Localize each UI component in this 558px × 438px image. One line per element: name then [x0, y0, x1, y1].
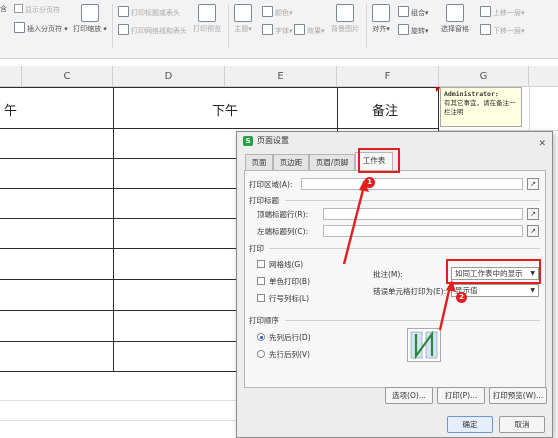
header-cell-afternoon: 下午	[212, 104, 239, 119]
table-border	[0, 371, 236, 372]
gridlines-checkbox[interactable]	[257, 260, 265, 268]
table-border	[0, 218, 236, 219]
bring-forward-button[interactable]: 上移一层▾	[480, 6, 525, 18]
row-col-headers-label: 行号列标(L)	[269, 294, 310, 303]
gridline	[0, 420, 236, 421]
app-icon: S	[243, 136, 253, 146]
show-page-break-checkbox[interactable]	[14, 4, 23, 13]
column-header-c[interactable]: C	[22, 66, 113, 87]
table-border	[0, 87, 439, 88]
print-gridlines-button[interactable]: 打印网格线和表头	[118, 24, 187, 36]
table-border	[0, 248, 236, 249]
print-section: 打印	[249, 244, 264, 253]
column-header-partial[interactable]	[0, 66, 22, 87]
print-button[interactable]: 打印(P)...	[437, 387, 485, 404]
tab-page[interactable]: 页面	[245, 154, 273, 170]
effects-button[interactable]: 效果▾	[294, 24, 325, 36]
row-col-headers-checkbox[interactable]	[257, 294, 265, 302]
gridlines-label: 网格线(G)	[269, 260, 304, 269]
tab-margins[interactable]: 页边距	[273, 154, 309, 170]
step-badge-2: 2	[456, 292, 467, 303]
group-icon	[398, 6, 409, 17]
print-preview-dialog-button[interactable]: 打印预览(W)...	[489, 387, 547, 404]
ok-button[interactable]: 确定	[447, 416, 493, 433]
colors-icon	[262, 6, 273, 17]
table-border	[0, 158, 236, 159]
column-header-g[interactable]: G	[439, 66, 529, 87]
send-backward-button[interactable]: 下移一层▾	[480, 24, 525, 36]
effects-icon	[294, 24, 305, 35]
dialog-title: 页面设置	[257, 136, 289, 145]
table-border	[438, 87, 439, 131]
over-then-down-label: 先行后列(V)	[269, 350, 310, 359]
ribbon-divider	[112, 4, 113, 48]
fonts-icon	[262, 24, 273, 35]
column-header-f[interactable]: F	[337, 66, 439, 87]
align-button[interactable]: 对齐▾	[370, 4, 392, 34]
theme-icon	[234, 4, 252, 22]
step-badge-1: 1	[364, 177, 375, 188]
table-border	[337, 87, 338, 131]
show-page-break-toggle[interactable]: 显示分页符	[14, 4, 60, 15]
table-border	[0, 279, 236, 280]
single-color-checkbox[interactable]	[257, 277, 265, 285]
print-scale-button[interactable]: 打印缩放 ▾	[72, 4, 108, 34]
over-then-down-radio[interactable]	[257, 350, 265, 358]
arrow-line-1	[342, 185, 366, 265]
print-order-section: 打印顺序	[249, 316, 279, 325]
colors-button[interactable]: 颜色▾	[262, 6, 293, 18]
gridline	[0, 400, 236, 401]
comment-text: 有其它事宜，请在备注一栏注明	[444, 99, 516, 116]
column-header-d[interactable]: D	[113, 66, 225, 87]
column-header-e[interactable]: E	[225, 66, 337, 87]
arrow-line-2	[438, 285, 452, 331]
ribbon-divider	[228, 4, 229, 48]
background-icon	[336, 4, 354, 22]
annotation-arrows	[342, 180, 456, 331]
background-button[interactable]: 背景图片	[328, 4, 362, 34]
close-icon[interactable]: ✕	[538, 135, 546, 153]
rotate-button[interactable]: 旋转▾	[398, 24, 429, 36]
comment-author: Administrator:	[444, 90, 499, 98]
bring-forward-icon	[480, 6, 491, 17]
down-then-over-label: 先列后行(D)	[269, 333, 311, 342]
selection-pane-icon	[446, 4, 464, 22]
cancel-button[interactable]: 取消	[499, 416, 545, 433]
insert-page-break-button[interactable]: 插入分页符 ▾	[14, 22, 68, 34]
rows-to-repeat-label: 顶端标题行(R):	[257, 210, 309, 219]
ribbon-toolbar: 含 显示分页符 插入分页符 ▾ 打印缩放 ▾ 打印标题或表头 打印网格线和表头 …	[0, 0, 558, 59]
single-color-label: 单色打印(B)	[269, 277, 310, 286]
table-border	[0, 341, 236, 342]
table-border	[113, 87, 114, 371]
ribbon-divider	[366, 4, 367, 48]
table-border	[0, 310, 236, 311]
align-icon	[372, 4, 390, 22]
page-layout-partial-label: 含	[0, 5, 7, 13]
print-title-icon	[118, 6, 129, 17]
table-border	[0, 128, 439, 129]
print-scale-icon	[81, 4, 99, 22]
options-button[interactable]: 选项(O)...	[385, 387, 433, 404]
page-break-icon	[14, 22, 25, 33]
cell-comment[interactable]: Administrator: 有其它事宜，请在备注一栏注明	[440, 87, 522, 127]
table-border	[0, 188, 236, 189]
print-preview-button[interactable]: 打印预览	[190, 4, 224, 34]
down-then-over-radio[interactable]	[257, 333, 265, 341]
fonts-button[interactable]: 字体▾	[262, 24, 293, 36]
cols-to-repeat-label: 左端标题列(C):	[257, 227, 309, 236]
selection-pane-button[interactable]: 选择窗格	[438, 4, 472, 34]
arrow-head-2	[446, 280, 456, 292]
send-backward-icon	[480, 24, 491, 35]
header-cell-remarks: 备注	[372, 104, 399, 119]
theme-button[interactable]: 主题▾	[232, 4, 254, 34]
header-cell-noon-partial: 午	[4, 104, 18, 119]
print-titles-section: 打印标题	[249, 196, 279, 205]
rotate-icon	[398, 24, 409, 35]
column-header-partial-right[interactable]	[529, 66, 558, 87]
print-preview-icon	[198, 4, 216, 22]
print-title-button[interactable]: 打印标题或表头	[118, 6, 180, 18]
gridlines-icon	[118, 24, 129, 35]
group-button[interactable]: 组合▾	[398, 6, 429, 18]
print-area-label: 打印区域(A):	[249, 180, 293, 189]
